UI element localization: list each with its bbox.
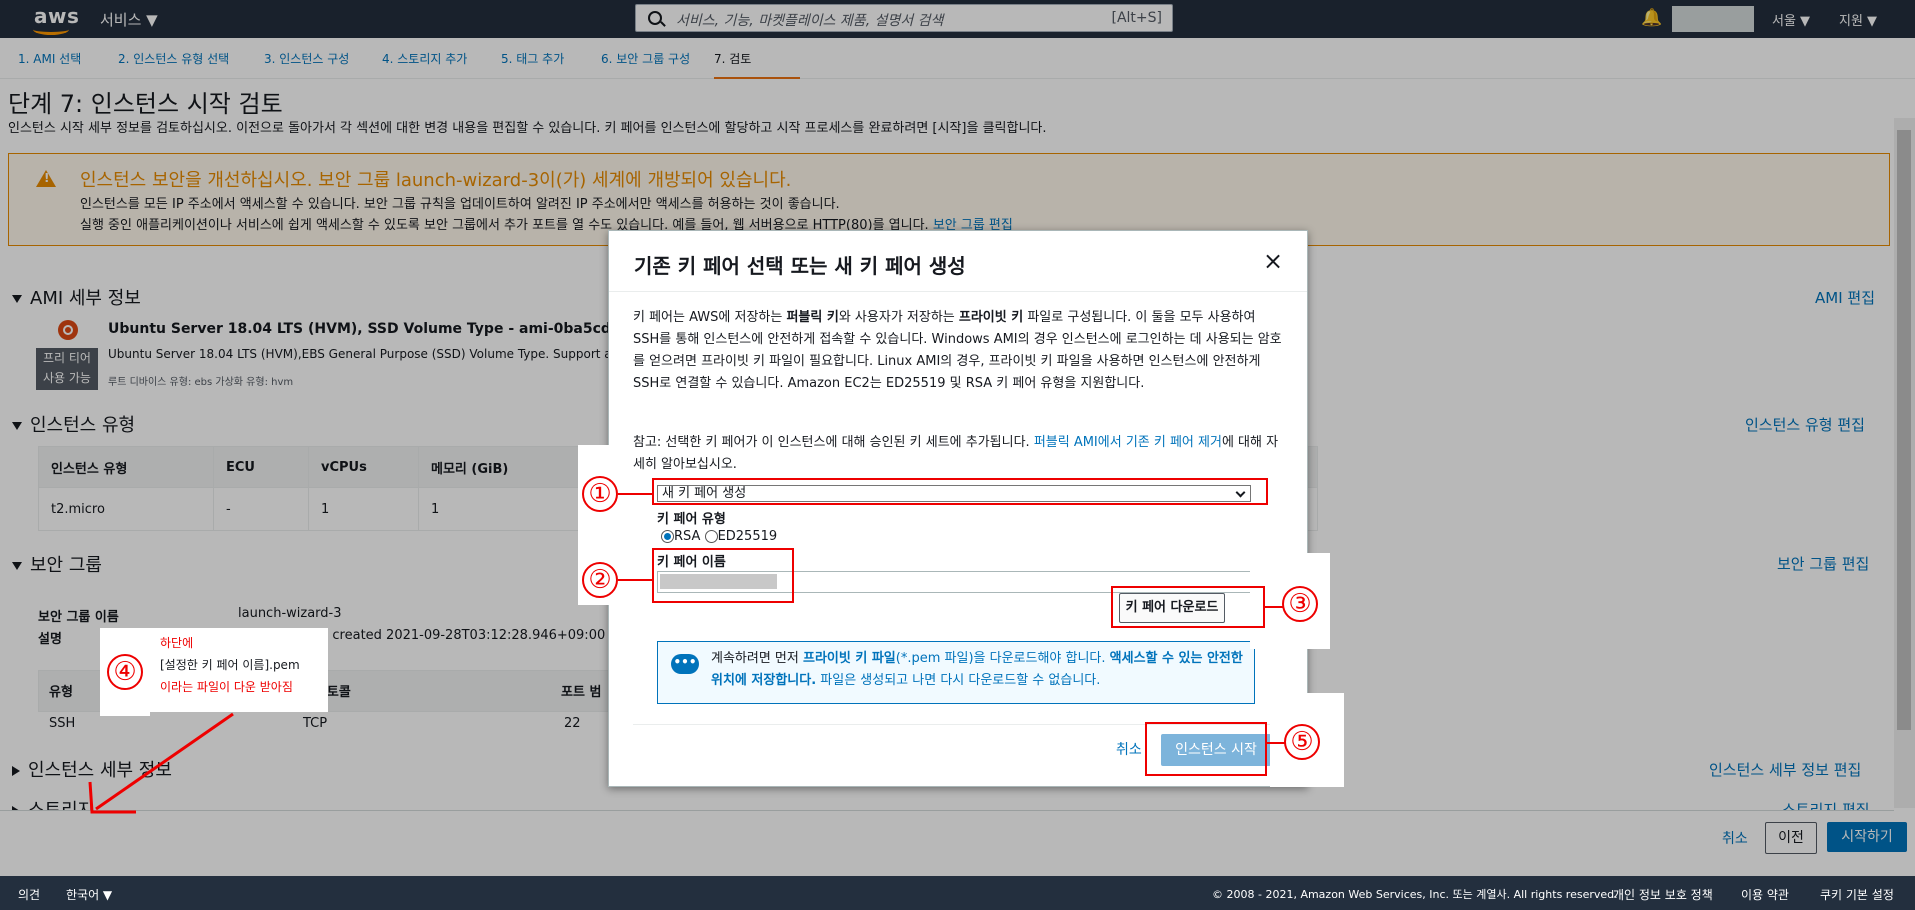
annotation-line [618, 579, 654, 581]
modal-title: 기존 키 페어 선택 또는 새 키 페어 생성 [634, 254, 966, 278]
privacy-link[interactable]: 개인 정보 보호 정책 [1613, 886, 1713, 903]
annotation-number-4: ④ [107, 654, 143, 690]
annotation-box-3 [1111, 586, 1265, 628]
modal-note: 참고: 선택한 키 페어가 이 인스턴스에 대해 승인된 키 세트에 추가됩니다… [633, 432, 1283, 476]
keypair-type-radios: RSA ED25519 [661, 529, 777, 544]
modal-description: 키 페어는 AWS에 저장하는 퍼블릭 키와 사용자가 저장하는 프라이빗 키 … [633, 307, 1283, 395]
terms-link[interactable]: 이용 약관 [1741, 886, 1789, 903]
annotation-line [618, 493, 654, 495]
text: 참고: 선택한 키 페어가 이 인스턴스에 대해 승인된 키 세트에 추가됩니다… [633, 435, 1034, 450]
annotation-number-5: ⑤ [1284, 724, 1320, 760]
text: 계속하려면 먼저 [711, 651, 803, 666]
annotation-line [1264, 606, 1284, 608]
annotation-line [1266, 742, 1286, 744]
public-key-text: 퍼블릭 키 [786, 310, 839, 325]
annotation-number-2: ② [582, 562, 618, 598]
radio-rsa[interactable] [661, 530, 674, 543]
annotation-arrow-icon [88, 712, 234, 814]
note-line-2: [설정한 키 페어 이름].pem [160, 658, 300, 672]
language-selector[interactable]: 한국어 ▼ [66, 886, 112, 903]
cookie-preferences-link[interactable]: 쿠키 기본 설정 [1820, 886, 1894, 903]
footer: 의견 한국어 ▼ © 2008 - 2021, Amazon Web Servi… [0, 876, 1915, 910]
modal-cancel-link[interactable]: 취소 [1116, 739, 1142, 759]
keypair-type-label: 키 페어 유형 [657, 512, 726, 527]
close-icon[interactable]: × [1263, 247, 1283, 275]
remove-keypair-link[interactable]: 퍼블릭 AMI에서 기존 키 페어 제거 [1034, 435, 1222, 450]
annotation-box-5 [1145, 722, 1267, 776]
private-key-text: 프라이빗 키 [958, 310, 1024, 325]
note-line-1: 하단에 [160, 636, 194, 650]
info-text: 계속하려면 먼저 프라이빗 키 파일(*.pem 파일)을 다운로드해야 합니다… [711, 648, 1246, 692]
annotation-box-1 [652, 478, 1268, 505]
annotation-note: 하단에 [설정한 키 페어 이름].pem 이라는 파일이 다운 받아짐 [150, 628, 328, 712]
keypair-modal: 기존 키 페어 선택 또는 새 키 페어 생성 × 키 페어는 AWS에 저장하… [608, 230, 1308, 787]
annotation-number-1: ① [582, 476, 618, 512]
feedback-link[interactable]: 의견 [18, 886, 40, 903]
text: 프라이빗 키 파일 [803, 651, 896, 666]
annotation-box-2 [652, 548, 794, 603]
radio-ed25519-label: ED25519 [717, 529, 778, 544]
text: 키 페어는 AWS에 저장하는 [633, 310, 787, 325]
radio-ed25519[interactable] [704, 530, 718, 543]
note-line-3: 이라는 파일이 다운 받아짐 [160, 680, 293, 694]
text: (*.pem 파일)을 다운로드해야 합니다. [895, 651, 1110, 666]
chat-info-icon: ••• [671, 654, 699, 674]
annotation-number-3: ③ [1282, 586, 1318, 622]
text: 와 사용자가 저장하는 [838, 310, 959, 325]
radio-rsa-label: RSA [674, 529, 701, 544]
text: 파일은 생성되고 나면 다시 다운로드할 수 없습니다. [816, 673, 1101, 688]
copyright-text: © 2008 - 2021, Amazon Web Services, Inc.… [1212, 888, 1618, 901]
